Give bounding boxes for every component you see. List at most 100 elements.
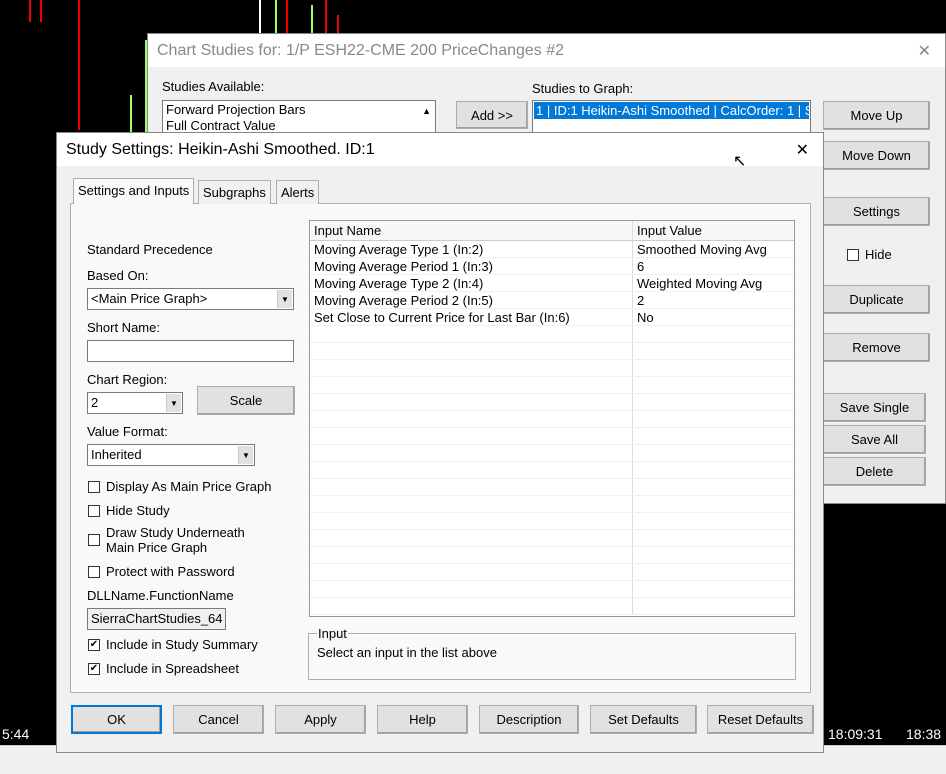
tab-subgraphs[interactable]: Subgraphs — [198, 180, 271, 204]
table-row[interactable] — [310, 411, 794, 428]
table-row[interactable] — [310, 377, 794, 394]
checkbox-icon[interactable] — [88, 505, 100, 517]
dll-field: SierraChartStudies_64 — [87, 608, 226, 630]
checkbox-icon[interactable] — [88, 534, 100, 546]
table-row[interactable]: Moving Average Period 1 (In:3) 6 — [310, 258, 794, 275]
table-row[interactable] — [310, 360, 794, 377]
checkmark-icon[interactable]: ✔ — [88, 663, 100, 675]
scroll-up-icon[interactable]: ▲ — [422, 103, 431, 119]
close-icon[interactable]: ✕ — [796, 140, 809, 160]
studies-available-label: Studies Available: — [162, 79, 265, 94]
chart-region-select[interactable]: 2 ▼ — [87, 392, 183, 414]
input-name: Moving Average Type 2 (In:4) — [310, 275, 633, 291]
empty-cell — [633, 547, 794, 563]
table-row[interactable]: Moving Average Period 2 (In:5) 2 — [310, 292, 794, 309]
empty-cell — [633, 343, 794, 359]
input-name: Moving Average Period 1 (In:3) — [310, 258, 633, 274]
time-label: 18:09:31 — [828, 726, 883, 742]
chevron-down-icon[interactable]: ▼ — [238, 446, 253, 464]
display-as-main-checkbox[interactable]: Display As Main Price Graph — [88, 479, 271, 494]
value-format-label: Value Format: — [87, 424, 168, 439]
save-single-button[interactable]: Save Single — [823, 393, 926, 422]
delete-button[interactable]: Delete — [823, 457, 926, 486]
empty-cell — [633, 496, 794, 512]
checkbox-icon[interactable] — [847, 249, 859, 261]
empty-cell — [633, 462, 794, 478]
table-row[interactable] — [310, 581, 794, 598]
remove-button[interactable]: Remove — [823, 333, 930, 362]
table-row[interactable]: Moving Average Type 2 (In:4) Weighted Mov… — [310, 275, 794, 292]
chevron-down-icon[interactable]: ▼ — [166, 394, 181, 412]
cancel-button[interactable]: Cancel — [173, 705, 264, 734]
ok-button[interactable]: OK — [71, 705, 162, 734]
scale-button[interactable]: Scale — [197, 386, 295, 415]
empty-cell — [310, 360, 633, 376]
hide-study-checkbox[interactable]: Hide Study — [88, 503, 170, 518]
reset-defaults-button[interactable]: Reset Defaults — [707, 705, 814, 734]
save-all-button[interactable]: Save All — [823, 425, 926, 454]
checkmark-icon[interactable]: ✔ — [88, 639, 100, 651]
move-down-button[interactable]: Move Down — [823, 141, 930, 170]
input-name: Set Close to Current Price for Last Bar … — [310, 309, 633, 325]
protect-password-checkbox[interactable]: Protect with Password — [88, 564, 235, 579]
table-row[interactable] — [310, 462, 794, 479]
move-up-button[interactable]: Move Up — [823, 101, 930, 130]
draw-underneath-checkbox[interactable]: Draw Study Underneath Main Price Graph — [88, 525, 258, 555]
list-item[interactable]: Forward Projection Bars — [166, 102, 432, 118]
empty-cell — [310, 581, 633, 597]
table-row[interactable] — [310, 394, 794, 411]
checkbox-icon[interactable] — [88, 566, 100, 578]
checkbox-label: Include in Study Summary — [106, 637, 258, 652]
table-row[interactable] — [310, 598, 794, 615]
inputs-table[interactable]: Input Name Input Value Moving Average Ty… — [309, 220, 795, 617]
table-header: Input Name Input Value — [310, 221, 794, 241]
table-row[interactable] — [310, 496, 794, 513]
empty-cell — [633, 411, 794, 427]
hide-checkbox[interactable]: Hide — [847, 247, 892, 262]
help-button[interactable]: Help — [377, 705, 468, 734]
table-row[interactable] — [310, 428, 794, 445]
table-row[interactable] — [310, 564, 794, 581]
column-header-input-name[interactable]: Input Name — [310, 221, 633, 240]
table-row[interactable]: Set Close to Current Price for Last Bar … — [310, 309, 794, 326]
input-group: Input Select an input in the list above — [308, 626, 796, 680]
chevron-down-icon[interactable]: ▼ — [277, 290, 292, 308]
table-row[interactable] — [310, 513, 794, 530]
apply-button[interactable]: Apply — [275, 705, 366, 734]
empty-cell — [633, 530, 794, 546]
empty-cell — [310, 479, 633, 495]
description-button[interactable]: Description — [479, 705, 579, 734]
input-name: Moving Average Period 2 (In:5) — [310, 292, 633, 308]
duplicate-button[interactable]: Duplicate — [823, 285, 930, 314]
dll-label: DLLName.FunctionName — [87, 588, 234, 603]
table-row[interactable] — [310, 326, 794, 343]
table-row[interactable] — [310, 479, 794, 496]
table-row[interactable]: Moving Average Type 1 (In:2) Smoothed Mov… — [310, 241, 794, 258]
column-header-input-value[interactable]: Input Value — [633, 221, 794, 240]
input-value: No — [637, 310, 654, 325]
table-row[interactable] — [310, 547, 794, 564]
tab-settings-and-inputs[interactable]: Settings and Inputs — [73, 178, 195, 204]
empty-cell — [633, 394, 794, 410]
close-icon[interactable]: ✕ — [918, 41, 931, 61]
based-on-select[interactable]: <Main Price Graph> ▼ — [87, 288, 294, 310]
empty-cell — [633, 598, 794, 614]
time-label: 5:44 — [2, 726, 30, 742]
value-format-select[interactable]: Inherited ▼ — [87, 444, 255, 466]
tab-alerts[interactable]: Alerts — [276, 180, 320, 204]
checkbox-icon[interactable] — [88, 481, 100, 493]
set-defaults-button[interactable]: Set Defaults — [590, 705, 697, 734]
settings-button[interactable]: Settings — [823, 197, 930, 226]
list-item-selected[interactable]: 1 | ID:1 Heikin-Ashi Smoothed | CalcOrde… — [534, 102, 810, 119]
table-row[interactable] — [310, 530, 794, 547]
table-row[interactable] — [310, 445, 794, 462]
add-button[interactable]: Add >> — [456, 101, 528, 129]
empty-cell — [310, 343, 633, 359]
input-name: Moving Average Type 1 (In:2) — [310, 241, 633, 257]
short-name-input[interactable] — [87, 340, 294, 362]
empty-cell — [633, 377, 794, 393]
table-row[interactable] — [310, 343, 794, 360]
include-summary-checkbox[interactable]: ✔ Include in Study Summary — [88, 637, 258, 652]
include-spreadsheet-checkbox[interactable]: ✔ Include in Spreadsheet — [88, 661, 239, 676]
short-name-label: Short Name: — [87, 320, 160, 335]
